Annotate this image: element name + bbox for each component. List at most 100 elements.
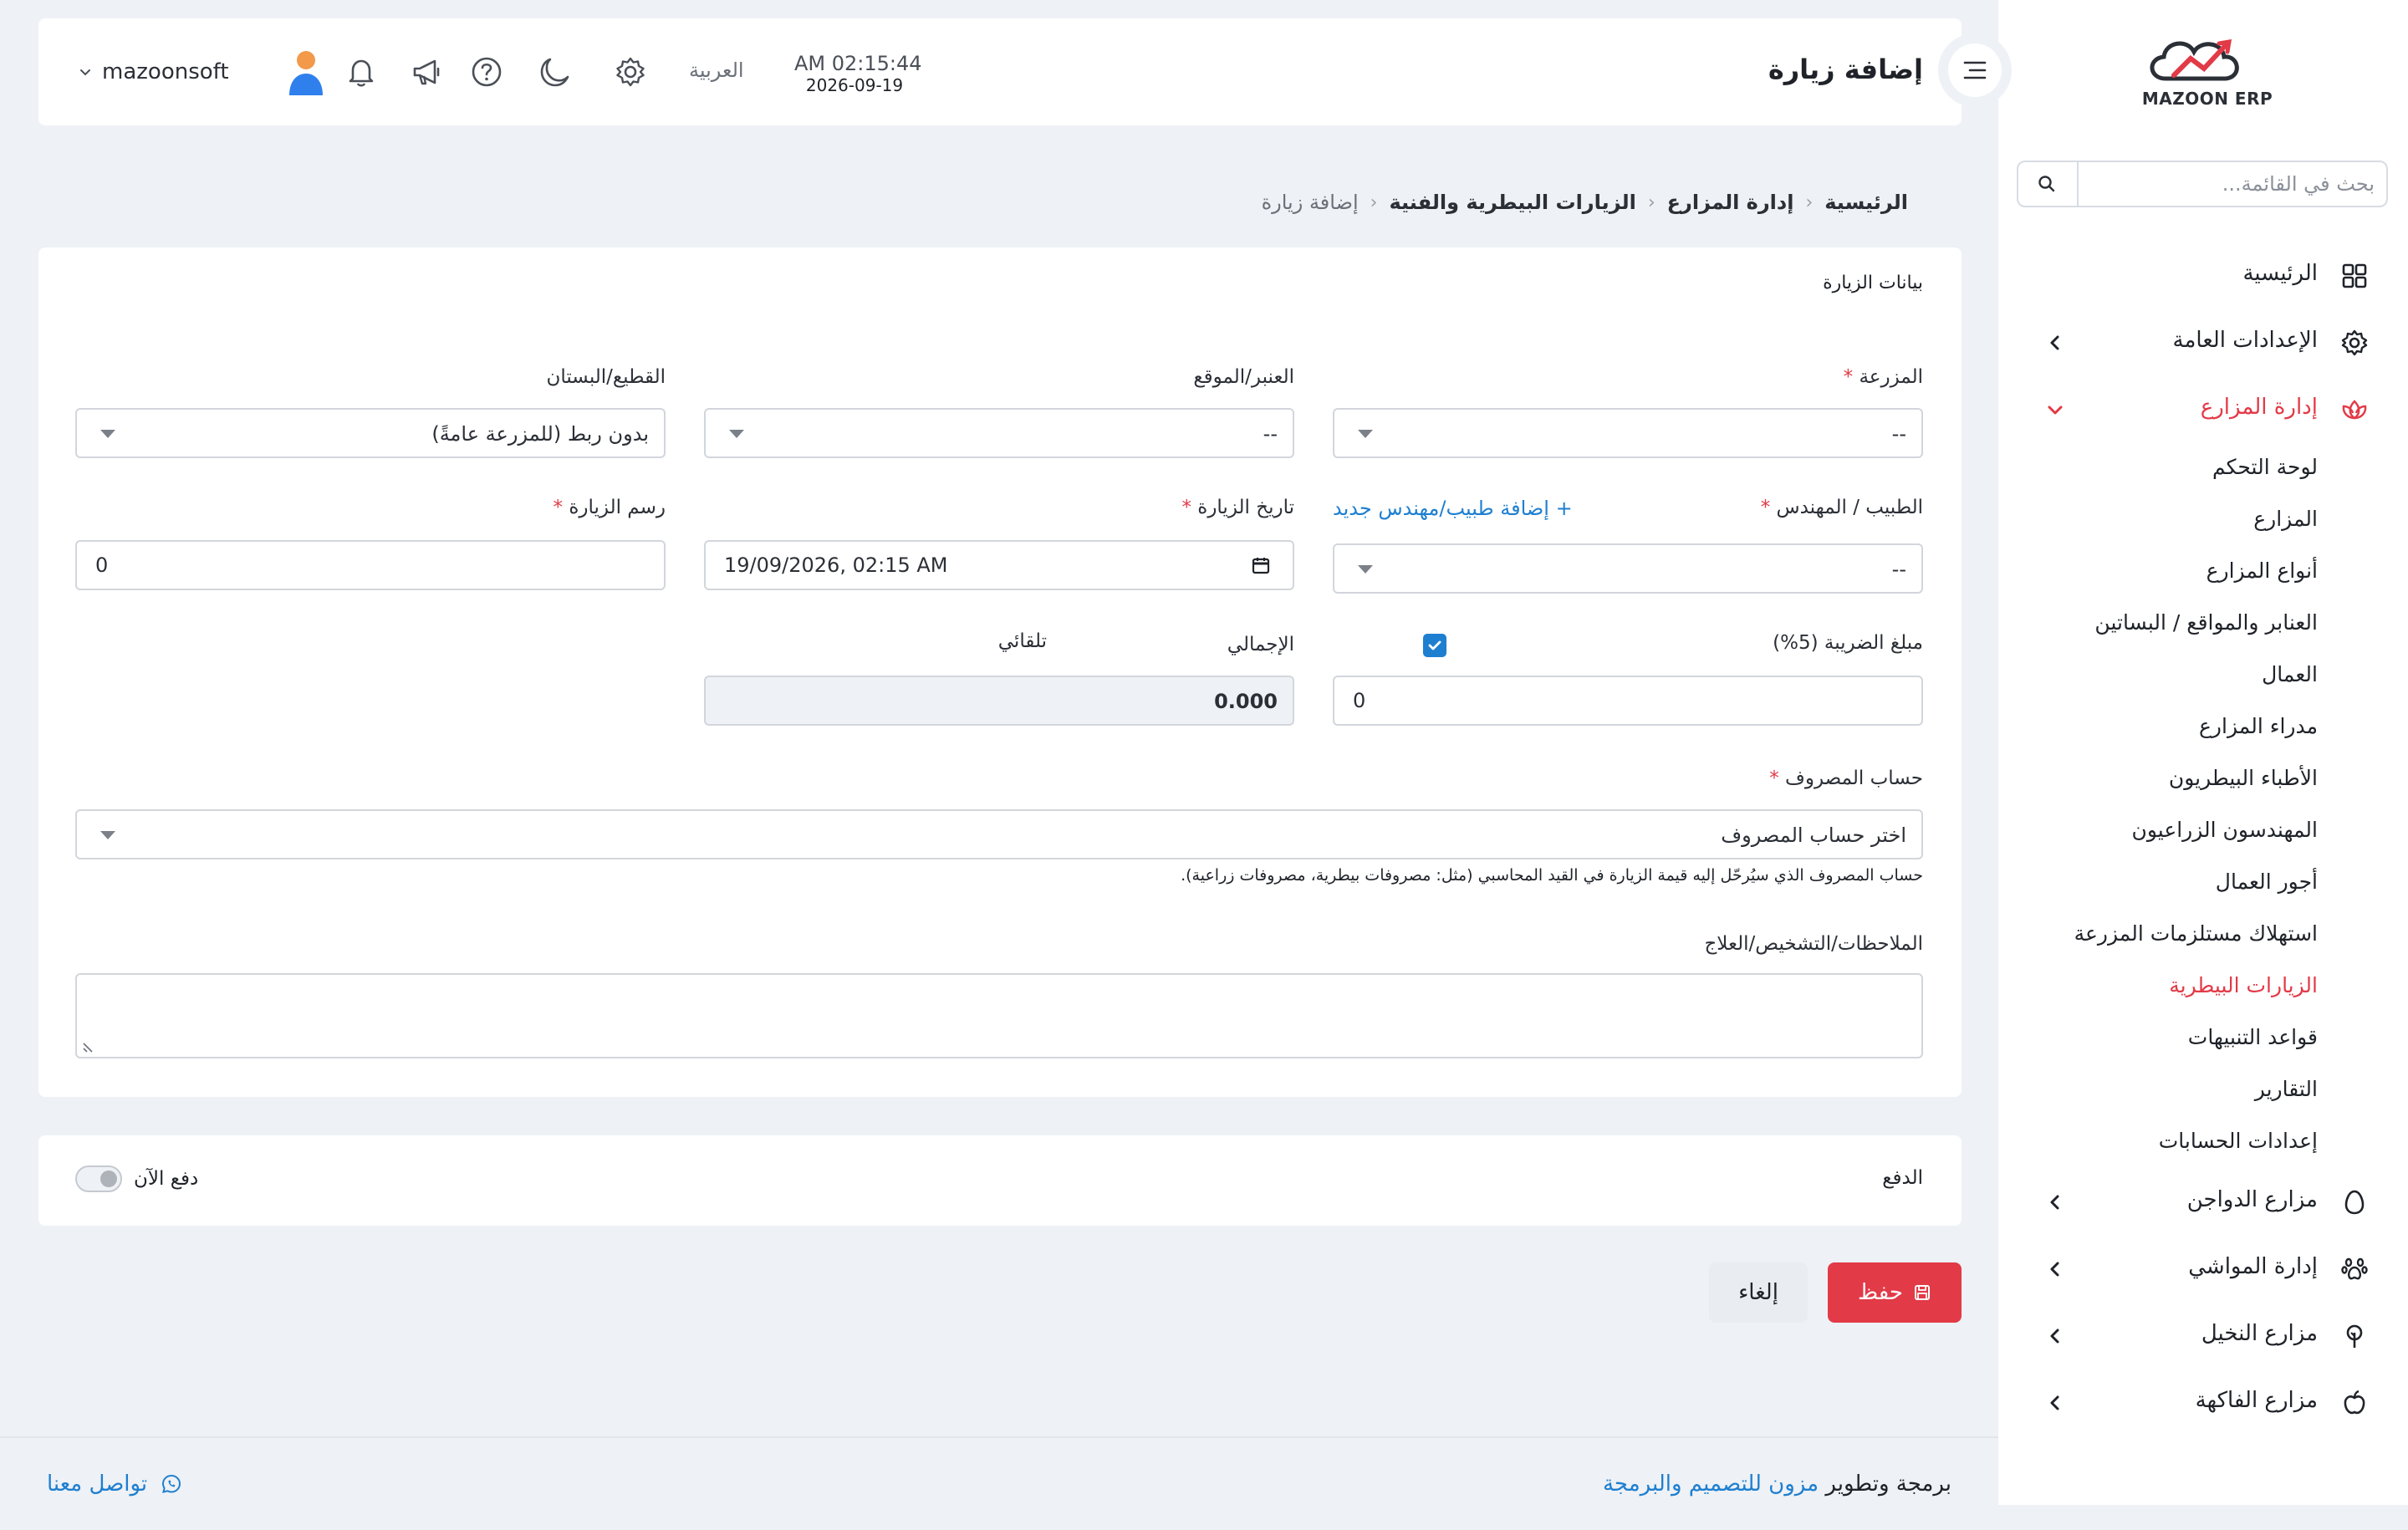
sidebar-subitem-agronomists[interactable]: المهندسون الزراعيون [1998, 806, 2408, 858]
pay-now-label: دفع الآن [134, 1168, 199, 1190]
switch-knob [100, 1170, 117, 1187]
chevron-down-icon [80, 69, 90, 76]
required-marker: * [1769, 768, 1779, 789]
apple-icon [2344, 1390, 2365, 1415]
save-icon [1914, 1285, 1930, 1300]
language-switcher[interactable]: العربية [689, 59, 744, 82]
resize-grip-icon[interactable] [82, 1040, 95, 1053]
breadcrumb-separator-icon: ‹ [1647, 191, 1656, 213]
chevron-left-icon [2050, 1329, 2059, 1344]
visit-date-field[interactable] [704, 540, 1294, 590]
developer-link[interactable]: مزون للتصميم والبرمجة [1603, 1471, 1819, 1497]
moon-icon[interactable] [538, 55, 572, 89]
help-icon[interactable] [470, 55, 503, 89]
caret-down-icon [100, 831, 115, 839]
sidebar-subitem-alert-rules[interactable]: قواعد التنبيهات [1998, 1013, 2408, 1065]
menu-icon [1963, 61, 1987, 79]
sidebar-subitem-worker-wages[interactable]: أجور العمال [1998, 858, 2408, 910]
sidebar-subitem-reports[interactable]: التقارير [1998, 1065, 2408, 1117]
sidebar-item-label: إدارة المواشي [2188, 1254, 2318, 1279]
chevron-left-icon [2050, 1195, 2059, 1210]
lotus-icon [2342, 400, 2367, 420]
site-select[interactable]: -- [704, 408, 1294, 458]
calendar-icon[interactable] [1251, 555, 1271, 575]
visit-date-input[interactable] [706, 542, 1293, 589]
breadcrumb-separator-icon: ‹ [1805, 191, 1814, 213]
vet-label: الطبيب / المهندس * [1760, 497, 1923, 518]
total-field: 0.000 [704, 676, 1294, 726]
header-clock: AM 02:15:44 2026-09-19 [794, 52, 922, 95]
expense-account-select[interactable]: اختر حساب المصروف [75, 809, 1923, 859]
footer: برمجة وتطوير مزون للتصميم والبرمجة تواصل… [0, 1436, 1998, 1530]
pay-now-switch[interactable] [75, 1165, 122, 1192]
farm-select[interactable]: -- [1333, 408, 1923, 458]
sidebar-item-home[interactable]: الرئيسية [1998, 242, 2408, 309]
sidebar-item-label: الرئيسية [2242, 261, 2318, 286]
search-divider [2077, 162, 2079, 206]
page-title: إضافة زيارة [1768, 54, 1923, 85]
logo[interactable]: MAZOON ERP [2132, 30, 2283, 114]
chevron-left-icon [2050, 1262, 2059, 1277]
add-vet-link[interactable]: + إضافة طبيب/مهندس جديد [1333, 497, 1573, 520]
vet-select[interactable]: -- [1333, 543, 1923, 594]
sidebar-item-livestock[interactable]: إدارة المواشي [1998, 1236, 2408, 1303]
sidebar-subitem-farm-managers[interactable]: مدراء المزارع [1998, 702, 2408, 754]
sidebar-subitem-dashboard[interactable]: لوحة التحكم [1998, 443, 2408, 495]
chevron-down-icon [2048, 405, 2063, 415]
caret-down-icon [1358, 430, 1373, 438]
caret-down-icon [1358, 565, 1373, 574]
sidebar-search-input[interactable] [2074, 162, 2375, 206]
sidebar-subitem-workers[interactable]: العمال [1998, 650, 2408, 702]
breadcrumb-home[interactable]: الرئيسية [1824, 191, 1908, 214]
sidebar-subitem-supplies-consumption[interactable]: استهلاك مستلزمات المزرعة [1998, 910, 2408, 961]
sidebar-item-farm-management[interactable]: إدارة المزارع [1998, 376, 2408, 443]
tax-field[interactable] [1333, 676, 1923, 726]
auto-tax-checkbox[interactable] [1423, 634, 1446, 657]
username: mazoonsoft [102, 59, 229, 84]
search-icon[interactable] [2037, 174, 2057, 194]
avatar [289, 51, 323, 95]
sidebar-item-general-settings[interactable]: الإعدادات العامة [1998, 309, 2408, 376]
pay-now-toggle[interactable]: دفع الآن [75, 1165, 198, 1192]
sidebar-item-label: مزارع الفاكهة [2195, 1388, 2318, 1413]
grid-icon [2342, 263, 2367, 288]
sidebar-subitem-farms[interactable]: المزارع [1998, 495, 2408, 547]
user-menu[interactable]: mazoonsoft [79, 51, 323, 95]
payment-title: الدفع [1882, 1167, 1923, 1189]
breadcrumb-current: إضافة زيارة [1261, 191, 1359, 214]
sidebar-toggle-button[interactable] [1938, 33, 2012, 107]
logo-text: MAZOON ERP [2141, 89, 2273, 109]
breadcrumb-farm-management[interactable]: إدارة المزارع [1667, 191, 1794, 214]
sidebar-item-palm[interactable]: مزارع النخيل [1998, 1303, 2408, 1369]
whatsapp-icon [162, 1474, 181, 1493]
sidebar-subitem-vet-visits[interactable]: الزيارات البيطرية [1998, 961, 2408, 1013]
cancel-button[interactable]: إلغاء [1709, 1262, 1808, 1323]
sidebar-toggle-inner [1948, 43, 2002, 97]
breadcrumb: الرئيسية ‹ إدارة المزارع ‹ الزيارات البي… [1262, 191, 1908, 214]
sidebar-item-fruit[interactable]: مزارع الفاكهة [1998, 1369, 2408, 1436]
sidebar-subitem-farm-types[interactable]: أنواع المزارع [1998, 547, 2408, 599]
sidebar: MAZOON ERP الرئيسية الإعدادات العامة [1998, 0, 2408, 1505]
auto-tax-toggle[interactable]: تلقائي [998, 630, 1047, 652]
visit-fee-input[interactable] [77, 542, 664, 589]
sidebar-subitem-veterinarians[interactable]: الأطباء البيطريون [1998, 754, 2408, 806]
sidebar-subitem-account-settings[interactable]: إعدادات الحسابات [1998, 1117, 2408, 1169]
save-button[interactable]: حفظ [1828, 1262, 1962, 1323]
breadcrumb-visits[interactable]: الزيارات البيطرية والفنية [1389, 191, 1635, 214]
sidebar-item-label: إدارة المزارع [2200, 395, 2318, 420]
visit-fee-field[interactable] [75, 540, 666, 590]
required-marker: * [1181, 497, 1191, 518]
paw-icon [2341, 1257, 2368, 1280]
plot-select[interactable]: بدون ربط (للمزرعة عامةً) [75, 408, 666, 458]
caret-down-icon [100, 430, 115, 438]
sidebar-item-poultry[interactable]: مزارع الدواجن [1998, 1169, 2408, 1236]
check-icon [1428, 640, 1441, 650]
tax-input[interactable] [1334, 677, 1921, 724]
gear-icon[interactable] [614, 55, 647, 89]
contact-link[interactable]: تواصل معنا [47, 1471, 182, 1497]
megaphone-icon[interactable] [410, 55, 443, 89]
bell-icon[interactable] [344, 55, 378, 89]
plot-label: القطيع/البستان [546, 366, 666, 388]
sidebar-subitem-sites[interactable]: العنابر والمواقع / البساتين [1998, 599, 2408, 650]
notes-textarea[interactable] [75, 973, 1923, 1058]
